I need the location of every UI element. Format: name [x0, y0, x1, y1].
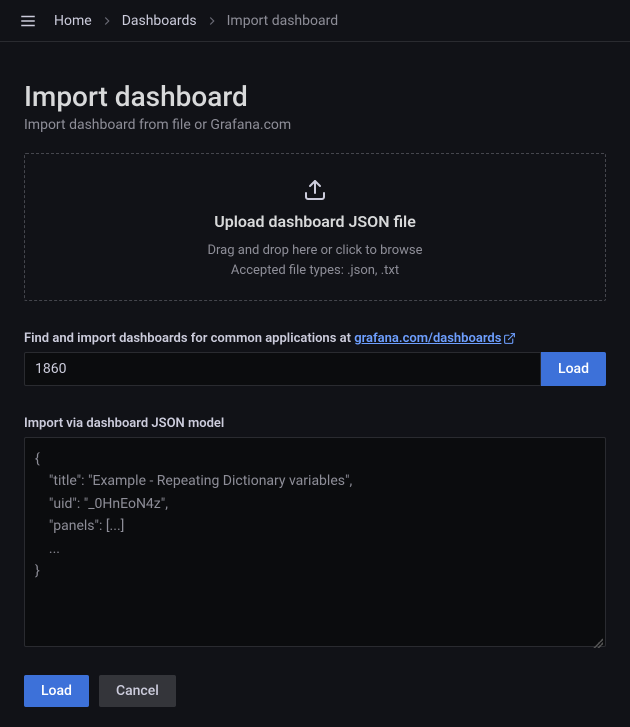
external-link-icon: [503, 332, 516, 345]
grafana-dashboards-link[interactable]: grafana.com/dashboards: [354, 331, 501, 346]
chevron-right-icon: [205, 14, 219, 28]
breadcrumb: Home Dashboards Import dashboard: [50, 11, 342, 31]
breadcrumb-dashboards[interactable]: Dashboards: [118, 11, 201, 31]
cancel-button[interactable]: Cancel: [99, 675, 176, 707]
grafana-com-section: Find and import dashboards for common ap…: [24, 331, 606, 386]
form-actions: Load Cancel: [24, 675, 606, 707]
upload-dropzone[interactable]: Upload dashboard JSON file Drag and drop…: [24, 153, 606, 301]
topbar: Home Dashboards Import dashboard: [0, 0, 630, 42]
json-label: Import via dashboard JSON model: [24, 416, 606, 431]
menu-button[interactable]: [12, 5, 44, 37]
upload-heading: Upload dashboard JSON file: [41, 212, 589, 231]
upload-hint1: Drag and drop here or click to browse: [41, 241, 589, 261]
page-content: Import dashboard Import dashboard from f…: [0, 42, 630, 727]
breadcrumb-home[interactable]: Home: [50, 11, 96, 31]
load-url-button[interactable]: Load: [541, 352, 606, 386]
upload-icon: [303, 178, 327, 202]
page-subtitle: Import dashboard from file or Grafana.co…: [24, 117, 606, 133]
chevron-right-icon: [100, 14, 114, 28]
json-model-section: Import via dashboard JSON model: [24, 416, 606, 651]
load-button[interactable]: Load: [24, 675, 89, 707]
page-title: Import dashboard: [24, 80, 606, 113]
find-label: Find and import dashboards for common ap…: [24, 331, 606, 346]
upload-hint2: Accepted file types: .json, .txt: [41, 261, 589, 281]
grafana-url-input[interactable]: [24, 352, 541, 386]
breadcrumb-current: Import dashboard: [223, 11, 343, 31]
find-label-text: Find and import dashboards for common ap…: [24, 331, 354, 346]
menu-icon: [19, 12, 37, 30]
json-textarea[interactable]: [24, 437, 606, 647]
